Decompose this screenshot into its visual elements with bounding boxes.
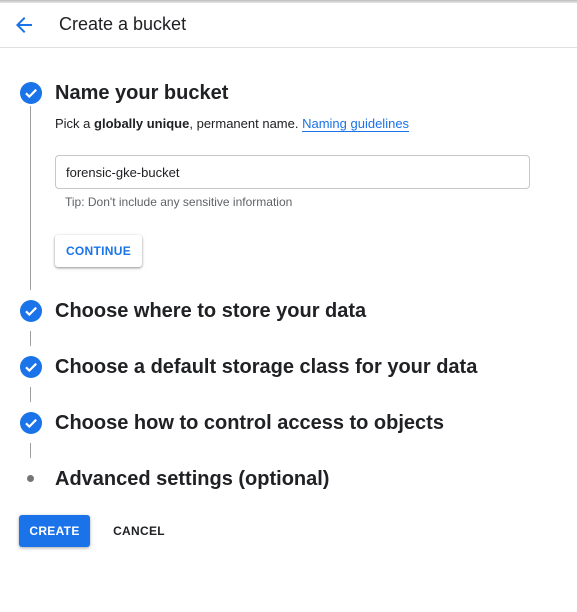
name-description: Pick a globally unique, permanent name. … bbox=[55, 116, 409, 131]
dot-icon bbox=[27, 475, 34, 482]
check-circle-icon bbox=[20, 82, 42, 104]
desc-bold: globally unique bbox=[94, 116, 190, 131]
check-circle-icon bbox=[20, 300, 42, 322]
desc-suffix: , permanent name. bbox=[189, 116, 303, 131]
step-title-name-bucket[interactable]: Name your bucket bbox=[55, 82, 228, 105]
create-button[interactable]: CREATE bbox=[19, 515, 90, 547]
page-title: Create a bucket bbox=[59, 14, 187, 34]
check-circle-icon bbox=[20, 356, 42, 378]
input-tip: Tip: Don't include any sensitive informa… bbox=[65, 195, 293, 209]
step-connector bbox=[30, 387, 31, 402]
step-title-location[interactable]: Choose where to store your data bbox=[55, 300, 366, 323]
bucket-name-input[interactable] bbox=[55, 155, 530, 189]
step-title-advanced[interactable]: Advanced settings (optional) bbox=[55, 468, 329, 491]
step-title-access-control[interactable]: Choose how to control access to objects bbox=[55, 412, 444, 435]
step-title-storage-class[interactable]: Choose a default storage class for your … bbox=[55, 356, 477, 379]
continue-button[interactable]: CONTINUE bbox=[55, 235, 142, 267]
step-connector bbox=[30, 331, 31, 346]
page-header: Create a bucket bbox=[0, 3, 577, 48]
step-connector bbox=[30, 106, 31, 290]
naming-guidelines-link[interactable]: Naming guidelines bbox=[302, 116, 409, 131]
step-connector bbox=[30, 443, 31, 458]
arrow-back-icon[interactable] bbox=[12, 13, 36, 37]
desc-prefix: Pick a bbox=[55, 116, 95, 131]
check-circle-icon bbox=[20, 412, 42, 434]
cancel-button[interactable]: CANCEL bbox=[102, 515, 176, 547]
